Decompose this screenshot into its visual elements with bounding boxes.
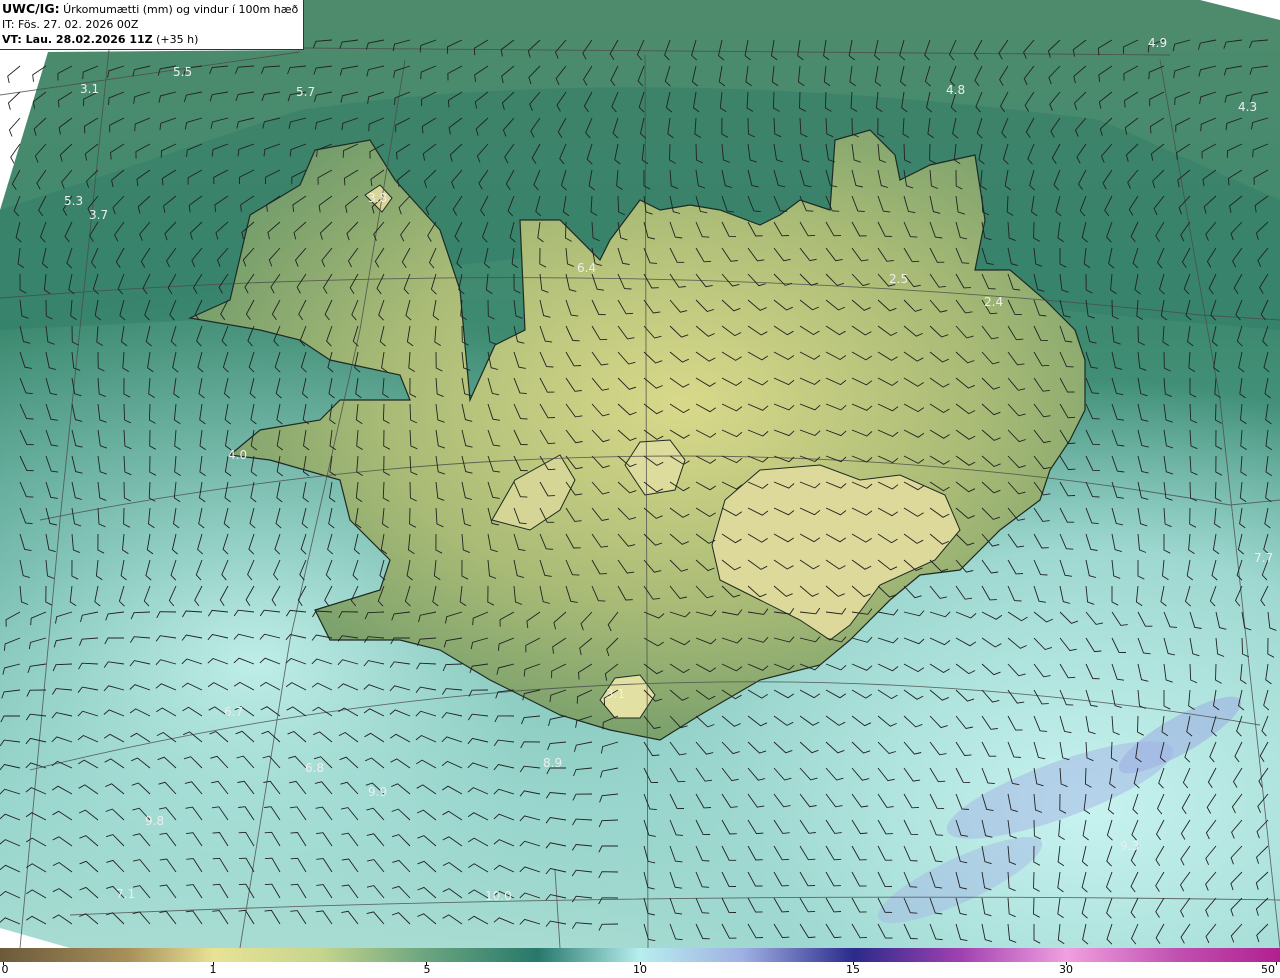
value-label: 5.3 <box>64 194 83 208</box>
value-label: 6.8 <box>305 761 324 775</box>
value-label: 4.0 <box>228 448 247 462</box>
init-time: IT: Fös. 27. 02. 2026 00Z <box>2 18 139 31</box>
value-label: 7.7 <box>1254 551 1273 565</box>
colorbar-tick: 50 <box>1261 963 1275 976</box>
value-label: 6.7 <box>224 705 243 719</box>
colorbar-tick: 5 <box>423 963 431 976</box>
value-label: 9.9 <box>368 785 387 799</box>
colorbar-tick: 10 <box>633 963 647 976</box>
map-title-box: UWC/IG: Úrkomumætti (mm) og vindur í 100… <box>0 0 304 50</box>
value-label: 3.1 <box>80 82 99 96</box>
colorbar-tick: 30 <box>1059 963 1073 976</box>
value-label: 6.4 <box>577 261 596 275</box>
value-label: 7.1 <box>116 887 135 901</box>
colorbar-ticks: 0 1 5 10 15 30 50 <box>0 962 1280 978</box>
value-label: 3.1 <box>606 687 625 701</box>
lead-time: (+35 h) <box>156 33 199 46</box>
colorbar-tick: 0 <box>1 963 9 976</box>
field-name: Úrkomumætti (mm) og vindur í 100m hæð <box>63 3 299 16</box>
precipitable-water-map: 3.1 5.5 5.7 4.9 4.8 4.3 5.3 3.7 3.8 6.4 … <box>0 0 1280 948</box>
value-label: 9.3 <box>1120 839 1139 853</box>
value-label: 10.0 <box>485 889 512 903</box>
value-label: 5.7 <box>296 85 315 99</box>
colorbar-tick: 1 <box>209 963 217 976</box>
colorbar-tick: 15 <box>846 963 860 976</box>
value-label: 4.9 <box>1148 36 1167 50</box>
value-label: 4.3 <box>1238 100 1257 114</box>
value-label: 2.4 <box>984 295 1003 309</box>
valid-time: VT: Lau. 28.02.2026 11Z <box>2 33 153 46</box>
model-name: UWC/IG: <box>2 1 60 16</box>
value-label: 3.7 <box>89 208 108 222</box>
forecast-map-view: 3.1 5.5 5.7 4.9 4.8 4.3 5.3 3.7 3.8 6.4 … <box>0 0 1280 978</box>
value-label: 3.8 <box>368 191 387 205</box>
value-label: 9.8 <box>145 814 164 828</box>
colorbar <box>0 948 1280 962</box>
value-label: 4.8 <box>946 83 965 97</box>
value-label: 8.9 <box>543 756 562 770</box>
value-label: 5.5 <box>173 65 192 79</box>
value-label: 2.5 <box>889 272 908 286</box>
